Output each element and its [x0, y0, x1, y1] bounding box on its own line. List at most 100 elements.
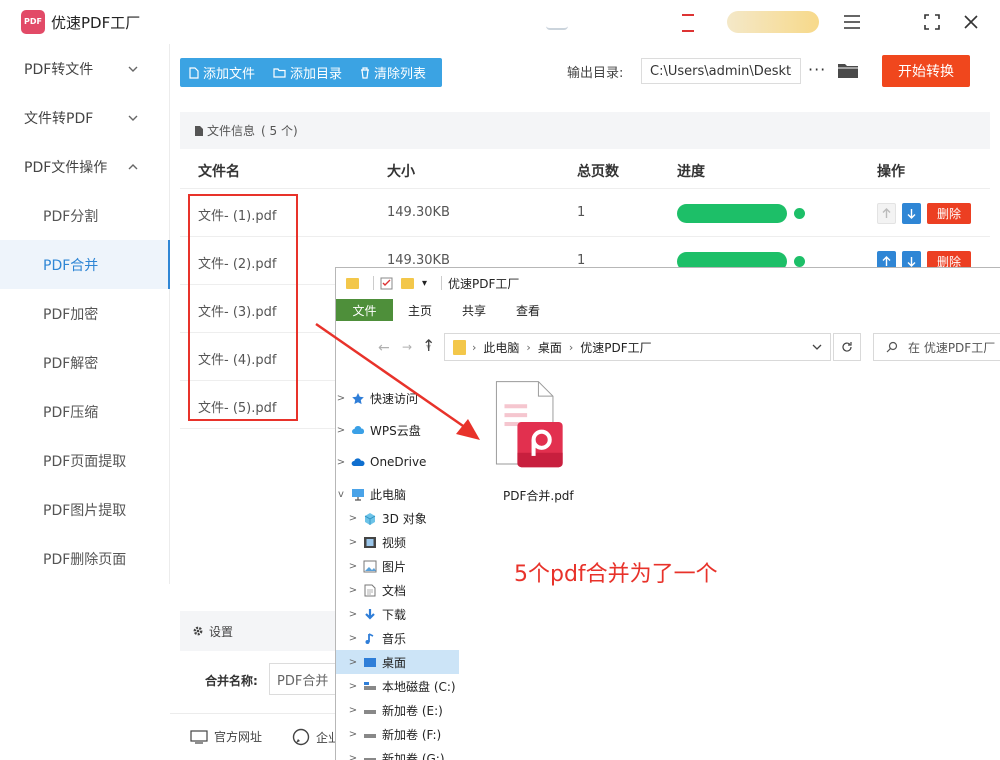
sidebar-item-pdf-to-file[interactable]: PDF转文件	[0, 44, 170, 93]
tree-item-3d-objects[interactable]: >3D 对象	[336, 506, 459, 530]
vip-banner[interactable]	[727, 11, 819, 33]
tree-item-desktop[interactable]: > 桌面	[336, 650, 459, 674]
sidebar-item-pdf-split[interactable]: PDF分割	[0, 191, 170, 240]
tree-item-drive-e[interactable]: > 新加卷 (E:)	[336, 698, 459, 722]
expand-icon[interactable]: >	[336, 457, 346, 468]
sidebar-item-label: PDF文件操作	[24, 159, 108, 176]
file-toolbar: 添加文件 添加目录 清除列表	[180, 58, 442, 87]
tree-item-music[interactable]: > 音乐	[336, 626, 459, 650]
star-icon	[352, 392, 364, 404]
desktop-icon	[364, 657, 376, 667]
tree-item-label: 3D 对象	[382, 511, 427, 526]
tree-item-drive-g[interactable]: > 新加卷 (G:)	[336, 746, 459, 760]
breadcrumb-desktop[interactable]: 桌面	[538, 339, 562, 356]
tree-item-wps-cloud[interactable]: > WPS云盘	[336, 418, 459, 442]
sidebar-item-file-to-pdf[interactable]: 文件转PDF	[0, 93, 170, 142]
delete-button[interactable]: 删除	[927, 203, 971, 224]
expand-icon[interactable]: >	[348, 657, 358, 668]
settings-header: 设置	[180, 611, 340, 651]
quick-access-dropdown-icon[interactable]: ▾	[422, 278, 427, 289]
sidebar-item-label: PDF图片提取	[43, 502, 127, 519]
expand-icon[interactable]: >	[348, 537, 358, 548]
pdf-file-icon[interactable]	[491, 380, 581, 485]
file-size-cell: 149.30KB	[387, 253, 450, 268]
tree-item-pictures[interactable]: > 图片	[336, 554, 459, 578]
tab-share[interactable]: 共享	[447, 299, 501, 321]
tree-item-onedrive[interactable]: > OneDrive	[336, 450, 459, 474]
official-website-label: 官方网址	[214, 730, 263, 744]
sidebar-item-pdf-page-extract[interactable]: PDF页面提取	[0, 436, 170, 485]
explorer-search-box[interactable]: 在 优速PDF工厂	[873, 333, 1000, 361]
output-directory-input[interactable]	[641, 58, 801, 84]
breadcrumb-this-pc[interactable]: 此电脑	[483, 339, 519, 356]
sidebar: PDF转文件 文件转PDF PDF文件操作 PDF分割 PDF合并 PDF加密 …	[0, 44, 170, 584]
sidebar-item-pdf-encrypt[interactable]: PDF加密	[0, 289, 170, 338]
navigation-tree: > 快速访问 > WPS云盘 > OneDrive v 此电脑 >3D 对象 > 视频 >…	[336, 378, 459, 760]
pdf-file-name: PDF合并.pdf	[503, 489, 574, 503]
expand-icon[interactable]: >	[348, 513, 358, 524]
tree-item-quick-access[interactable]: > 快速访问	[336, 386, 459, 410]
address-bar[interactable]: › 此电脑 › 桌面 › 优速PDF工厂	[444, 333, 831, 361]
table-row[interactable]: 文件- (1).pdf 149.30KB 1 删除	[180, 189, 990, 237]
computer-icon	[352, 488, 364, 501]
chevron-down-icon[interactable]	[812, 342, 822, 352]
expand-icon[interactable]: >	[348, 585, 358, 596]
tree-item-documents[interactable]: > 文档	[336, 578, 459, 602]
sidebar-item-label: PDF压缩	[43, 404, 99, 421]
clear-list-button[interactable]: 清除列表	[351, 58, 435, 87]
add-directory-button[interactable]: 添加目录	[264, 58, 351, 87]
start-convert-button[interactable]: 开始转换	[882, 55, 970, 87]
folder-open-icon[interactable]	[837, 61, 859, 79]
breadcrumb-folder[interactable]: 优速PDF工厂	[580, 339, 651, 356]
refresh-button[interactable]	[833, 333, 861, 361]
expand-icon[interactable]: >	[348, 609, 358, 620]
add-file-button[interactable]: 添加文件	[180, 58, 264, 87]
move-down-button[interactable]	[902, 203, 921, 224]
expand-icon[interactable]: >	[348, 681, 358, 692]
settings-label: 设置	[209, 624, 234, 639]
drive-icon	[364, 681, 376, 690]
more-options-button[interactable]: ···	[808, 60, 826, 79]
separator	[373, 276, 374, 290]
expand-icon[interactable]: >	[348, 729, 358, 740]
expand-icon[interactable]: >	[336, 393, 346, 404]
tree-item-drive-f[interactable]: > 新加卷 (F:)	[336, 722, 459, 746]
column-header-progress: 进度	[677, 164, 705, 180]
tree-item-drive-c[interactable]: > 本地磁盘 (C:)	[336, 674, 459, 698]
fullscreen-icon[interactable]	[920, 10, 944, 34]
tree-item-this-pc[interactable]: v 此电脑	[336, 482, 459, 506]
app-title: 优速PDF工厂	[51, 14, 141, 32]
enterprise-link[interactable]: 企业	[292, 728, 340, 746]
sidebar-item-pdf-image-extract[interactable]: PDF图片提取	[0, 485, 170, 534]
expand-icon[interactable]: >	[348, 633, 358, 644]
up-arrow-icon[interactable]: ↑	[422, 336, 435, 355]
sidebar-item-label: PDF页面提取	[43, 453, 127, 470]
tree-item-videos[interactable]: > 视频	[336, 530, 459, 554]
expand-icon[interactable]: >	[348, 561, 358, 572]
tree-item-label: 新加卷 (E:)	[382, 703, 443, 718]
column-header-pages: 总页数	[577, 164, 619, 180]
folder-icon	[346, 277, 359, 289]
tab-file[interactable]: 文件	[336, 299, 393, 321]
tree-item-downloads[interactable]: > 下载	[336, 602, 459, 626]
close-icon[interactable]	[959, 10, 983, 34]
tab-home[interactable]: 主页	[393, 299, 447, 321]
expand-icon[interactable]: >	[336, 425, 346, 436]
sidebar-item-pdf-operations[interactable]: PDF文件操作	[0, 142, 170, 191]
sidebar-item-pdf-decrypt[interactable]: PDF解密	[0, 338, 170, 387]
sidebar-item-pdf-delete-pages[interactable]: PDF删除页面	[0, 534, 170, 583]
move-up-button[interactable]	[877, 203, 896, 224]
expand-icon[interactable]: >	[348, 705, 358, 716]
page-count-cell: 1	[577, 253, 586, 268]
tab-view[interactable]: 查看	[501, 299, 555, 321]
menu-icon[interactable]	[840, 10, 864, 34]
sidebar-item-pdf-compress[interactable]: PDF压缩	[0, 387, 170, 436]
official-website-link[interactable]: 官方网址	[190, 728, 262, 745]
forward-arrow-icon[interactable]: →	[402, 340, 412, 354]
collapse-icon[interactable]: v	[336, 489, 346, 500]
back-arrow-icon[interactable]: ←	[378, 340, 390, 356]
expand-icon[interactable]: >	[348, 753, 358, 760]
explorer-title: 优速PDF工厂	[448, 276, 520, 291]
tree-item-label: WPS云盘	[370, 423, 421, 438]
sidebar-item-pdf-merge[interactable]: PDF合并	[0, 240, 170, 289]
